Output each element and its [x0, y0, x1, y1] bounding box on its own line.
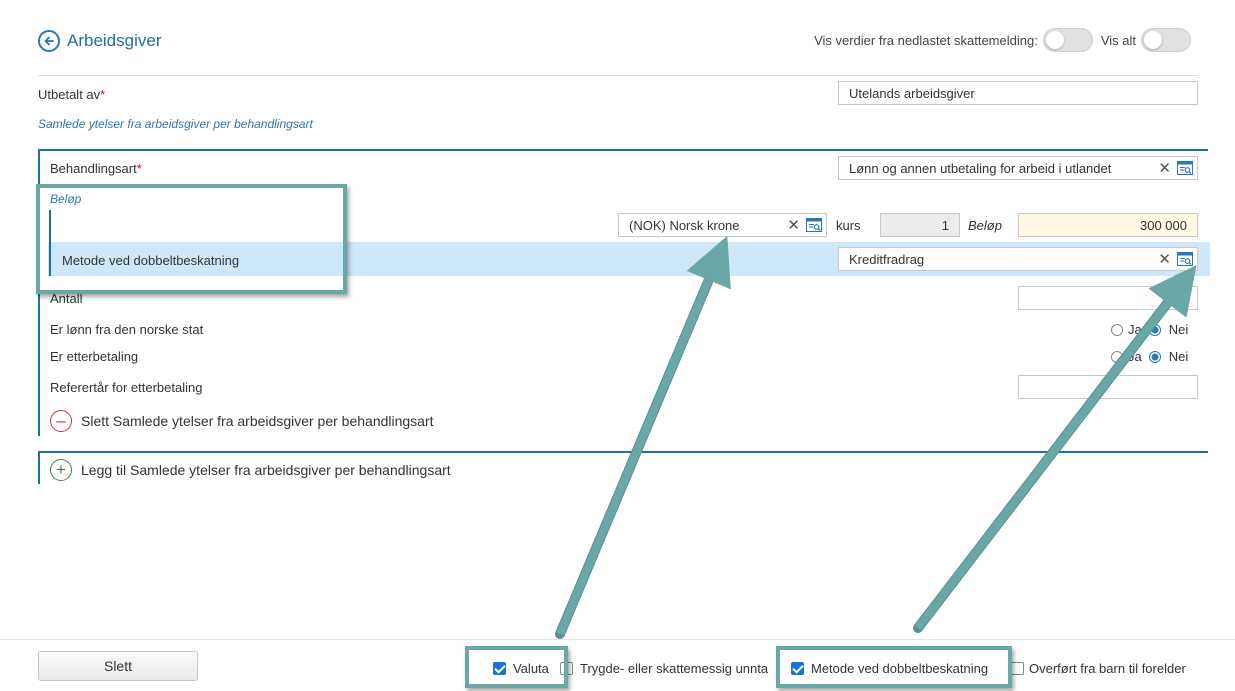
- annotation-arrows: [555, 235, 1197, 639]
